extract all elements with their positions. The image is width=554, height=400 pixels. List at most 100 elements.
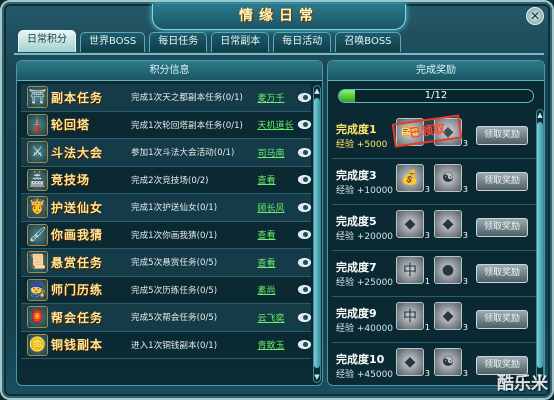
- reward-exp: 经验 +45000: [336, 370, 394, 380]
- item-glyph: 中: [403, 263, 417, 279]
- task-name: 悬赏任务: [51, 255, 104, 270]
- stone-icon[interactable]: ◆ 3: [434, 210, 468, 240]
- eye-icon[interactable]: [297, 230, 312, 240]
- item-count: 1: [424, 277, 430, 286]
- reward-row: 完成度7 经验 +25000 中 1 ● 3 领取奖励: [332, 251, 536, 297]
- task-npc-link[interactable]: 查看: [258, 256, 296, 269]
- task-name: 师门历练: [51, 283, 104, 298]
- task-npc-link[interactable]: 天机道长: [258, 118, 296, 131]
- stone-icon[interactable]: ◆ 3: [434, 302, 468, 332]
- eye-icon[interactable]: [297, 285, 312, 295]
- claim-reward-button[interactable]: 领取奖励: [476, 264, 528, 283]
- reward-exp: 经验 +25000: [336, 278, 394, 288]
- close-icon: ✕: [529, 9, 541, 23]
- task-npc-link[interactable]: 麦万千: [258, 91, 296, 104]
- task-row: 🏮 帮会任务 完成5次帮会任务(0/5) 云飞奕: [21, 304, 312, 332]
- claim-reward-button[interactable]: 领取奖励: [476, 218, 528, 237]
- item-glyph: 💰: [401, 170, 419, 186]
- tab-divider: [14, 53, 544, 55]
- close-button[interactable]: ✕: [526, 7, 544, 25]
- reward-tier-title: 完成度5: [336, 215, 377, 228]
- task-npc-link[interactable]: 云飞奕: [258, 311, 296, 324]
- task-scrollbar[interactable]: ▲ ▼: [313, 85, 321, 383]
- stone-icon[interactable]: ◆ 3: [396, 210, 430, 240]
- task-description: 完成1次轮回塔副本任务(0/1): [130, 120, 243, 131]
- completion-reward-header: 完成奖励: [328, 61, 544, 81]
- tab-4[interactable]: 每日活动: [273, 32, 332, 52]
- eye-icon[interactable]: [297, 257, 312, 267]
- task-description: 完成1次天之都副本任务(0/1): [130, 93, 243, 104]
- item-glyph: 中: [403, 309, 417, 325]
- eye-icon[interactable]: [297, 147, 312, 157]
- item-glyph: ◆: [404, 354, 416, 370]
- eye-icon[interactable]: [297, 92, 312, 102]
- points-info-panel: 积分信息 ⛩ 副本任务 完成1次天之都副本任务(0/1) 麦万千 🗼 轮回塔 完成1次轮回塔…: [16, 60, 323, 386]
- reward-scrollbar[interactable]: ▲ ▼: [536, 109, 544, 383]
- task-npc-link[interactable]: 查看: [258, 173, 296, 186]
- reward-tier-title: 完成度3: [336, 169, 377, 182]
- reward-exp: 经验 +10000: [336, 186, 394, 196]
- window-title: 情缘日常: [239, 8, 319, 24]
- stone-icon[interactable]: ◆ 3: [396, 348, 430, 378]
- eye-icon[interactable]: [297, 340, 312, 350]
- task-name: 副本任务: [51, 90, 104, 105]
- task-description: 参加1次斗法大会活动(0/1): [130, 148, 235, 159]
- tab-3[interactable]: 日常副本: [211, 32, 270, 52]
- reward-row: 完成度9 经验 +40000 中 1 ◆ 3 领取奖励: [332, 297, 536, 343]
- tab-2[interactable]: 每日任务: [149, 32, 208, 52]
- tower-icon: 🗼: [27, 113, 49, 136]
- claim-reward-button[interactable]: 领取奖励: [476, 310, 528, 329]
- swords-icon: ⚔: [27, 141, 49, 164]
- scroll-down-icon[interactable]: ▼: [313, 373, 321, 381]
- task-npc-link[interactable]: 查看: [258, 228, 296, 241]
- task-npc-link[interactable]: 顾长风: [258, 201, 296, 214]
- tab-5[interactable]: 召唤BOSS: [335, 32, 401, 52]
- talisman-icon[interactable]: ☯ 3: [434, 348, 468, 378]
- task-description: 完成2次竞技场(0/2): [130, 175, 209, 186]
- completion-progress-text: 1/12: [424, 90, 448, 101]
- reward-exp: 经验 +5000: [336, 140, 388, 150]
- task-scroll-thumb[interactable]: [314, 98, 320, 368]
- task-npc-link[interactable]: 司马南: [258, 146, 296, 159]
- reward-exp: 经验 +20000: [336, 232, 394, 242]
- tab-0[interactable]: 日常积分: [18, 30, 76, 52]
- task-name: 铜钱副本: [51, 338, 104, 353]
- reward-scroll-up-icon[interactable]: ▲: [536, 111, 544, 119]
- task-name: 你画我猜: [51, 228, 104, 243]
- claim-reward-button[interactable]: 领取奖励: [476, 126, 528, 145]
- scroll-icon: 📜: [27, 251, 49, 274]
- pearl-icon[interactable]: ● 3: [434, 256, 468, 286]
- coin-bag-icon[interactable]: 💰 3: [396, 164, 430, 194]
- item-count: 3: [424, 369, 430, 378]
- stone-mid-icon[interactable]: 中1: [396, 256, 430, 286]
- eye-icon[interactable]: [297, 175, 312, 185]
- task-row: 👸 护送仙女 完成1次护送仙女(0/1) 顾长风: [21, 194, 312, 222]
- item-count: 3: [424, 185, 430, 194]
- reward-row: 完成度5 经验 +20000 ◆ 3 ◆ 3 领取奖励: [332, 205, 536, 251]
- reward-scroll-thumb[interactable]: [537, 122, 543, 368]
- task-name: 轮回塔: [51, 118, 91, 133]
- reward-row: 完成度1 经验 +5000 🎫 ◆ 3 已领取 领取奖励: [332, 113, 536, 159]
- eye-icon[interactable]: [297, 312, 312, 322]
- reward-row: 完成度3 经验 +10000 💰 3 ☯ 3 领取奖励: [332, 159, 536, 205]
- task-npc-link[interactable]: 青致玉: [258, 338, 296, 351]
- reward-tier-title: 完成度7: [336, 261, 377, 274]
- points-info-header: 积分信息: [17, 61, 322, 81]
- eye-icon[interactable]: [297, 120, 312, 130]
- scroll-up-icon[interactable]: ▲: [313, 87, 321, 95]
- talisman-icon[interactable]: ☯ 3: [434, 164, 468, 194]
- tab-1[interactable]: 世界BOSS: [80, 32, 146, 52]
- item-glyph: ◆: [404, 216, 416, 232]
- item-glyph: ◆: [442, 216, 454, 232]
- claim-reward-button[interactable]: 领取奖励: [476, 172, 528, 191]
- task-description: 完成5次帮会任务(0/5): [130, 313, 218, 324]
- task-row: ⛩ 副本任务 完成1次天之都副本任务(0/1) 麦万千: [21, 84, 312, 112]
- eye-icon[interactable]: [297, 202, 312, 212]
- title-bar: 情缘日常: [152, 4, 406, 30]
- item-glyph: ☯: [441, 354, 455, 370]
- stone-mid-icon[interactable]: 中1: [396, 302, 430, 332]
- item-count: 3: [462, 185, 468, 194]
- item-count: 3: [462, 277, 468, 286]
- painting-icon: 🖌: [27, 223, 49, 246]
- task-npc-link[interactable]: 素尚: [258, 283, 296, 296]
